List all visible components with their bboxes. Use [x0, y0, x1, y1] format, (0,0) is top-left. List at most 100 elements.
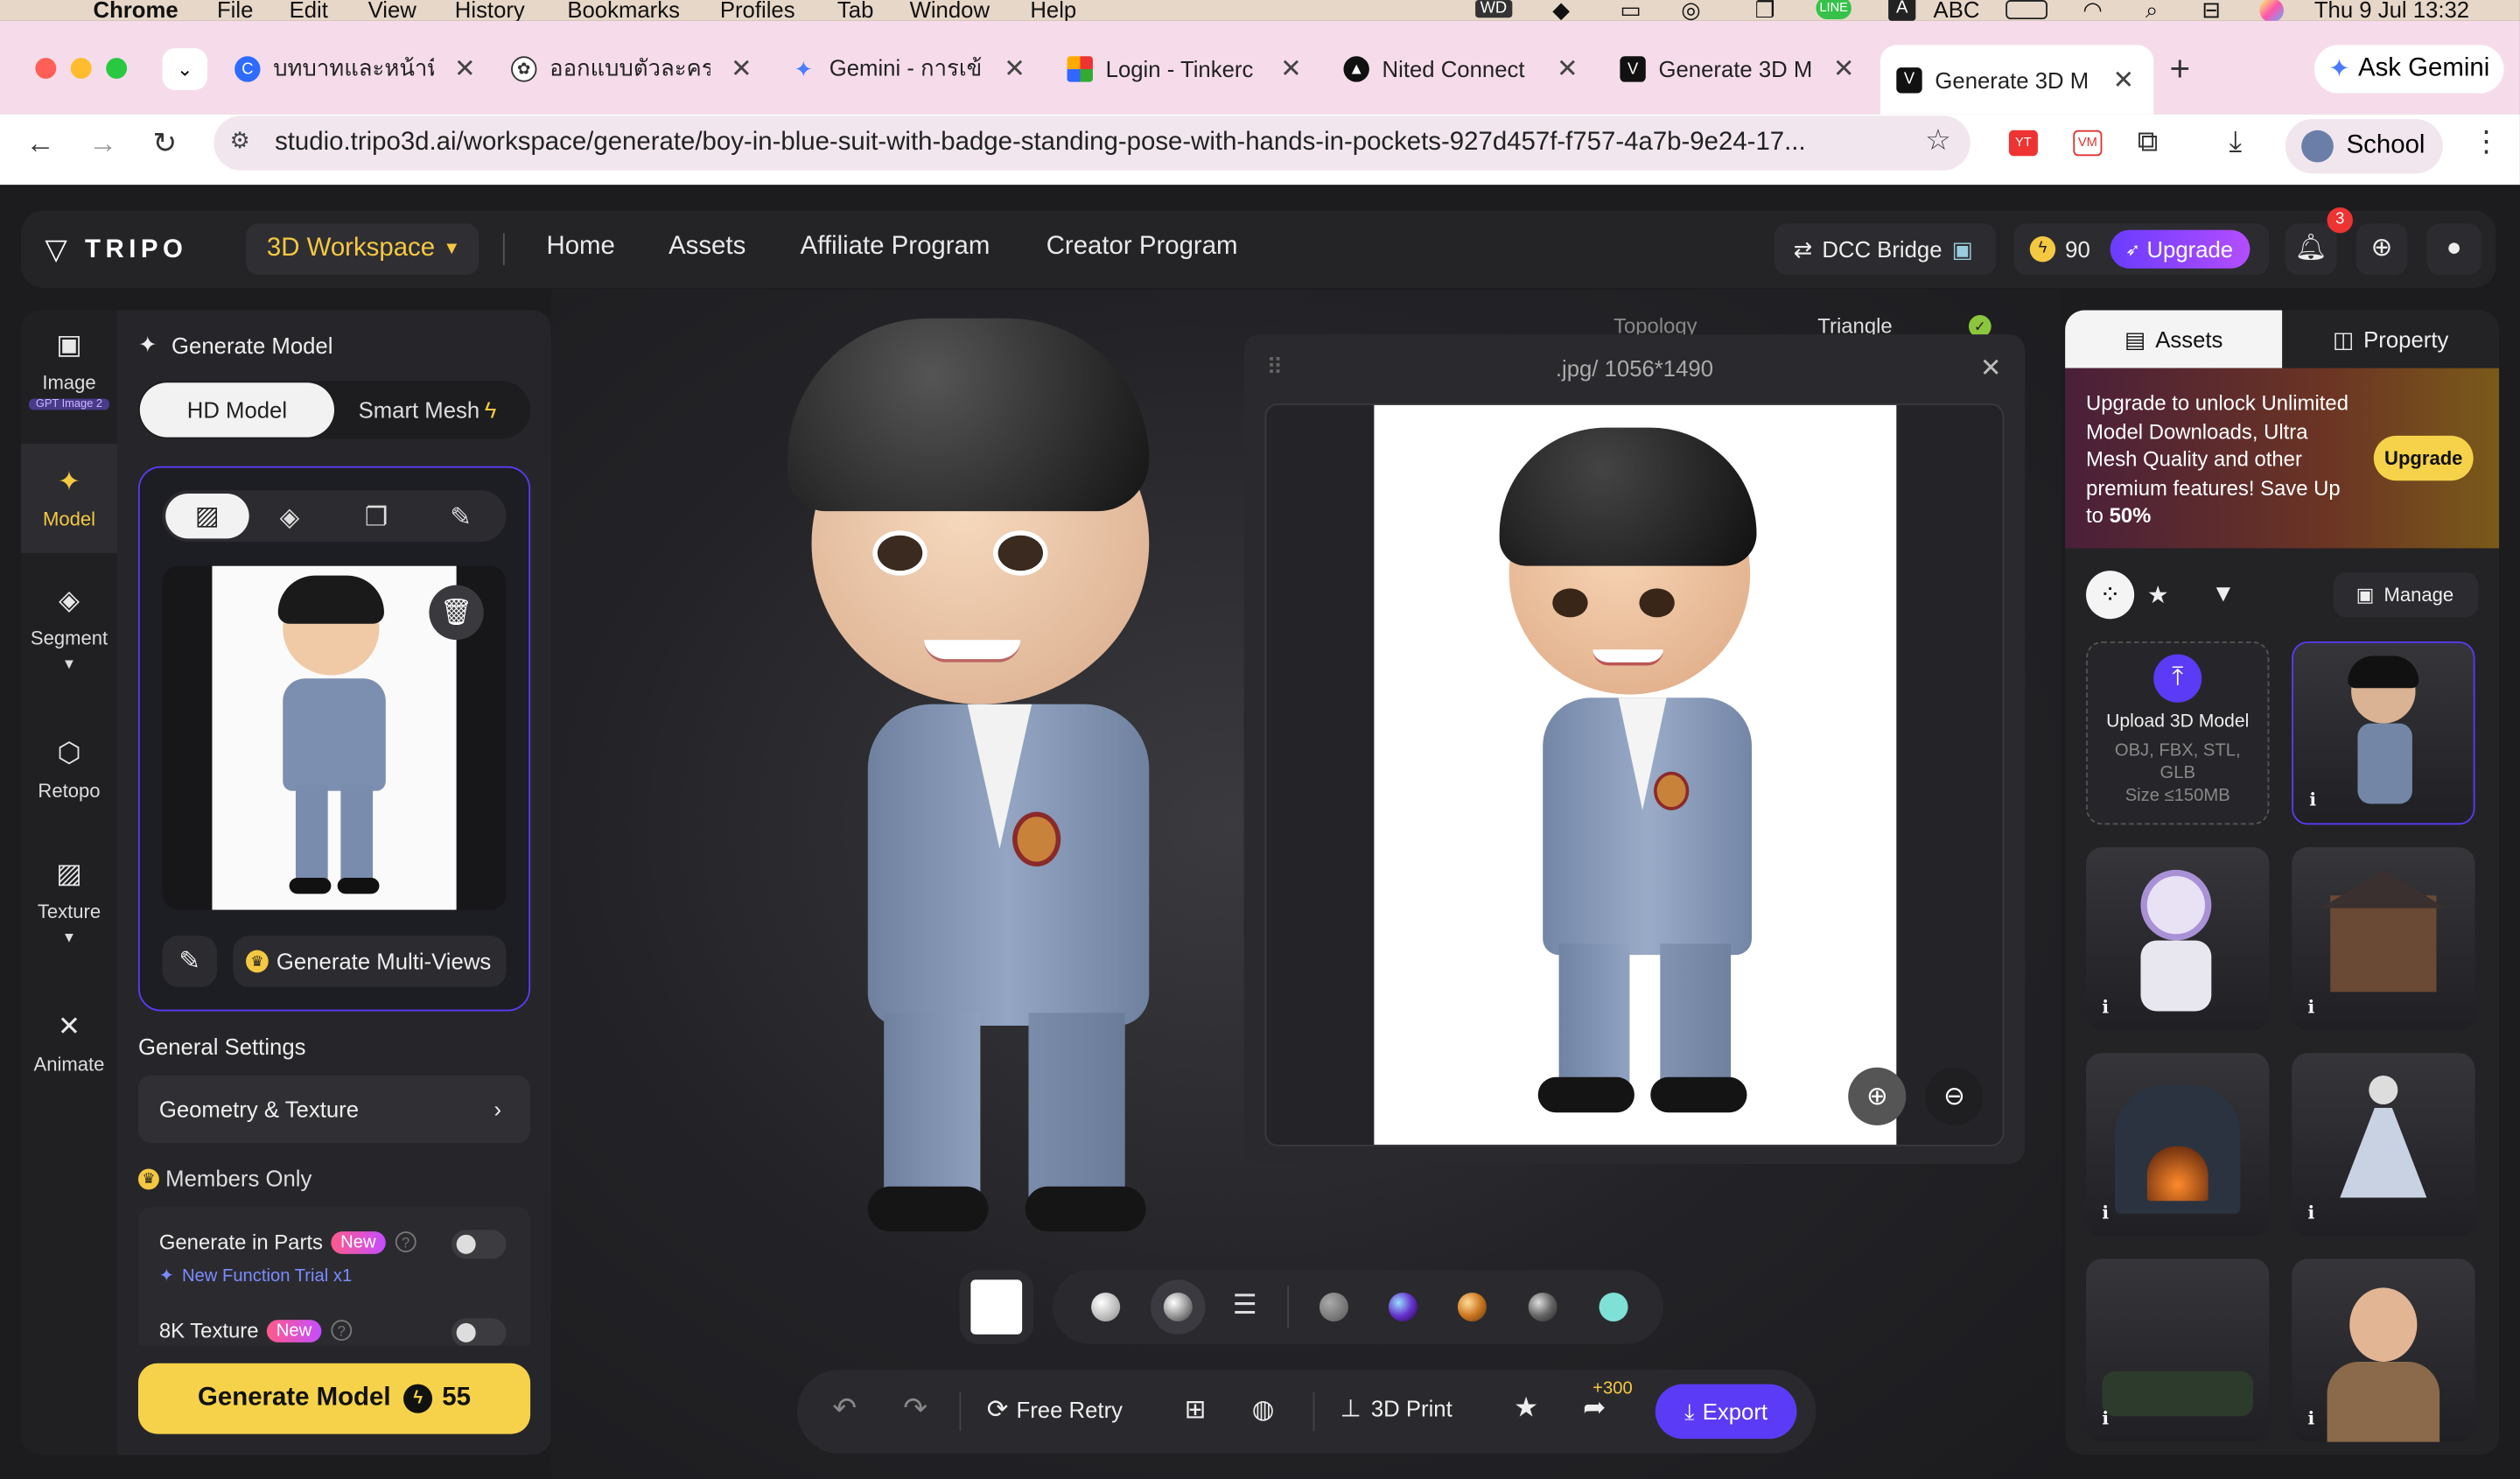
favorites-star-icon[interactable]: ★ [2147, 580, 2169, 609]
rail-segment[interactable]: ◈ Segment ▼ [21, 585, 117, 672]
gray-hdri-icon[interactable] [1319, 1292, 1348, 1322]
tripo-logo[interactable]: ▽ TRIPO [45, 233, 187, 267]
filter-icon[interactable]: ▼ [2211, 580, 2235, 607]
hd-model-tab[interactable]: HD Model [139, 382, 335, 438]
nav-creator-program[interactable]: Creator Program [1046, 233, 1238, 262]
image-input-tab[interactable]: ▨ [165, 493, 249, 539]
pencil-icon[interactable]: ✎ [450, 501, 472, 534]
tab-7-active[interactable]: V Generate 3D M ✕ [1880, 45, 2154, 115]
asset-thumb-fireplace[interactable]: i [2086, 1053, 2270, 1237]
3d-model[interactable] [772, 305, 1206, 1254]
minimize-window-button[interactable] [70, 58, 92, 80]
promo-upgrade-button[interactable]: Upgrade [2373, 435, 2474, 481]
rail-retopo[interactable]: ⬡ Retopo [21, 738, 117, 802]
studio-hdri-icon[interactable] [1388, 1292, 1418, 1322]
color-swatch-icon[interactable] [1599, 1292, 1628, 1322]
close-preview-icon[interactable]: ✕ [1980, 352, 2002, 384]
tab-5[interactable]: ▲ Nited Connect ✕ [1343, 48, 1578, 90]
site-info-icon[interactable]: ⚙ [230, 127, 250, 154]
back-icon[interactable]: ← [25, 127, 54, 161]
extension-vm-icon[interactable]: VM [2073, 130, 2103, 157]
tab-2[interactable]: ✿ ออกแบบตัวละคร ✕ [511, 48, 752, 90]
grid-view-icon[interactable]: ⁘ [2086, 571, 2135, 620]
notifications-button[interactable]: 🔔︎ 3 [2285, 207, 2353, 276]
cube-input-icon[interactable]: ◈ [280, 501, 300, 534]
battery-icon[interactable] [2006, 0, 2048, 20]
input-letter[interactable]: A [1888, 0, 1916, 21]
extension-yt-icon[interactable]: YT [2008, 130, 2038, 157]
more-menu-icon[interactable]: ⋮ [2472, 125, 2501, 159]
address-bar[interactable]: ⚙ studio.tripo3d.ai/workspace/generate/b… [214, 116, 1970, 171]
rail-model[interactable]: ✦ Model [21, 466, 117, 530]
zoom-out-icon[interactable]: ⊖ [1925, 1067, 1984, 1125]
expand-caret-icon[interactable]: ▼ [21, 655, 117, 671]
delete-image-button[interactable]: 🗑︎ [429, 585, 484, 641]
generate-model-button[interactable]: Generate Model ϟ 55 [137, 1363, 531, 1434]
close-tab-icon[interactable]: ✕ [1833, 53, 1855, 86]
asset-thumb-lady[interactable]: i [2292, 1258, 2475, 1442]
edit-image-button[interactable]: ✎ [162, 936, 217, 987]
help-icon[interactable]: ? [331, 1320, 353, 1342]
undo-icon[interactable]: ↶ [832, 1392, 857, 1426]
nav-home[interactable]: Home [546, 233, 614, 262]
wd-icon[interactable]: WD [1475, 0, 1512, 18]
clay-material-icon[interactable] [1091, 1292, 1121, 1322]
metal-hdri-icon[interactable] [1528, 1292, 1558, 1322]
close-window-button[interactable] [35, 58, 57, 80]
reference-thumb[interactable] [959, 1270, 1033, 1344]
info-icon[interactable]: i [2308, 1202, 2315, 1223]
generate-multi-views-button[interactable]: ♛ Generate Multi-Views [233, 936, 507, 987]
extensions-icon[interactable]: ⧉ [2138, 125, 2159, 159]
tab-4[interactable]: Login - Tinkerc ✕ [1067, 48, 1302, 90]
tab-3[interactable]: ✦ Gemini - การเข้า ✕ [791, 48, 1026, 90]
asset-thumb-astronaut[interactable]: i [2086, 847, 2270, 1031]
asset-thumb-sofa[interactable]: i [2086, 1258, 2270, 1442]
close-tab-icon[interactable]: ✕ [731, 53, 752, 86]
rail-image[interactable]: ▣ Image GPT Image 2 [21, 330, 117, 410]
new-tab-icon[interactable]: + [2170, 48, 2191, 90]
tab-search-chevron-icon[interactable]: ⌄ [162, 48, 207, 90]
rail-animate[interactable]: ✕ Animate [21, 1011, 117, 1075]
smart-mesh-tab[interactable]: Smart Mesh ϟ [359, 382, 497, 437]
export-button[interactable]: ⤓ Export [1655, 1384, 1797, 1440]
info-icon[interactable]: i [2102, 997, 2109, 1018]
upload-3d-model[interactable]: ⤒ Upload 3D Model OBJ, FBX, STL, GLB Siz… [2086, 641, 2270, 825]
info-icon[interactable]: i [2309, 789, 2316, 810]
shaded-material-icon[interactable] [1163, 1292, 1193, 1322]
manage-button[interactable]: ▣ Manage [2333, 571, 2479, 618]
info-icon[interactable]: i [2102, 1202, 2109, 1223]
asset-thumb-dancer[interactable]: i [2292, 1053, 2475, 1237]
account-icon[interactable]: ● [2426, 223, 2482, 276]
nav-assets[interactable]: Assets [668, 233, 746, 262]
forward-icon[interactable]: → [88, 127, 117, 161]
close-tab-icon[interactable]: ✕ [1557, 53, 1578, 86]
gift-icon[interactable]: ⊞ [1185, 1394, 1207, 1426]
redo-icon[interactable]: ↷ [903, 1392, 928, 1426]
uploaded-image-preview[interactable]: 🗑︎ [162, 565, 507, 910]
reload-icon[interactable]: ↻ [152, 127, 177, 161]
tab-6[interactable]: V Generate 3D M ✕ [1620, 48, 1855, 90]
info-icon[interactable]: i [2308, 997, 2315, 1018]
line-icon[interactable]: LINE [1816, 0, 1852, 20]
dcc-bridge-button[interactable]: ⇄ DCC Bridge ▣ [1774, 223, 1997, 276]
nav-affiliate-program[interactable]: Affiliate Program [801, 233, 990, 262]
language-globe-icon[interactable]: ⊕ [2356, 223, 2408, 276]
favorite-star-icon[interactable]: ★ [1514, 1392, 1538, 1425]
zoom-in-icon[interactable]: ⊕ [1848, 1067, 1907, 1125]
geometry-texture-row[interactable]: Geometry & Texture › [137, 1075, 531, 1144]
workspace-dropdown[interactable]: 3D Workspace ▼ [246, 223, 480, 276]
close-tab-icon[interactable]: ✕ [1280, 53, 1302, 86]
profile-button[interactable]: School [2285, 118, 2443, 174]
ask-gemini-button[interactable]: ✦ Ask Gemini [2314, 45, 2504, 94]
tab-1[interactable]: C บทบาทและหน้าที่ข ✕ [234, 48, 476, 90]
close-tab-icon[interactable]: ✕ [2113, 64, 2135, 96]
rail-texture[interactable]: ▨ Texture ▼ [21, 859, 117, 945]
orbit-icon[interactable]: ◍ [1252, 1394, 1275, 1426]
parts-toggle[interactable] [452, 1230, 507, 1259]
sunset-hdri-icon[interactable] [1457, 1292, 1487, 1322]
upgrade-button[interactable]: ➶ Upgrade [2109, 229, 2250, 269]
close-tab-icon[interactable]: ✕ [454, 53, 476, 86]
help-icon[interactable]: ? [395, 1231, 416, 1253]
asset-thumb-house[interactable]: i [2292, 847, 2475, 1031]
sliders-icon[interactable]: ☰ [1233, 1289, 1257, 1321]
